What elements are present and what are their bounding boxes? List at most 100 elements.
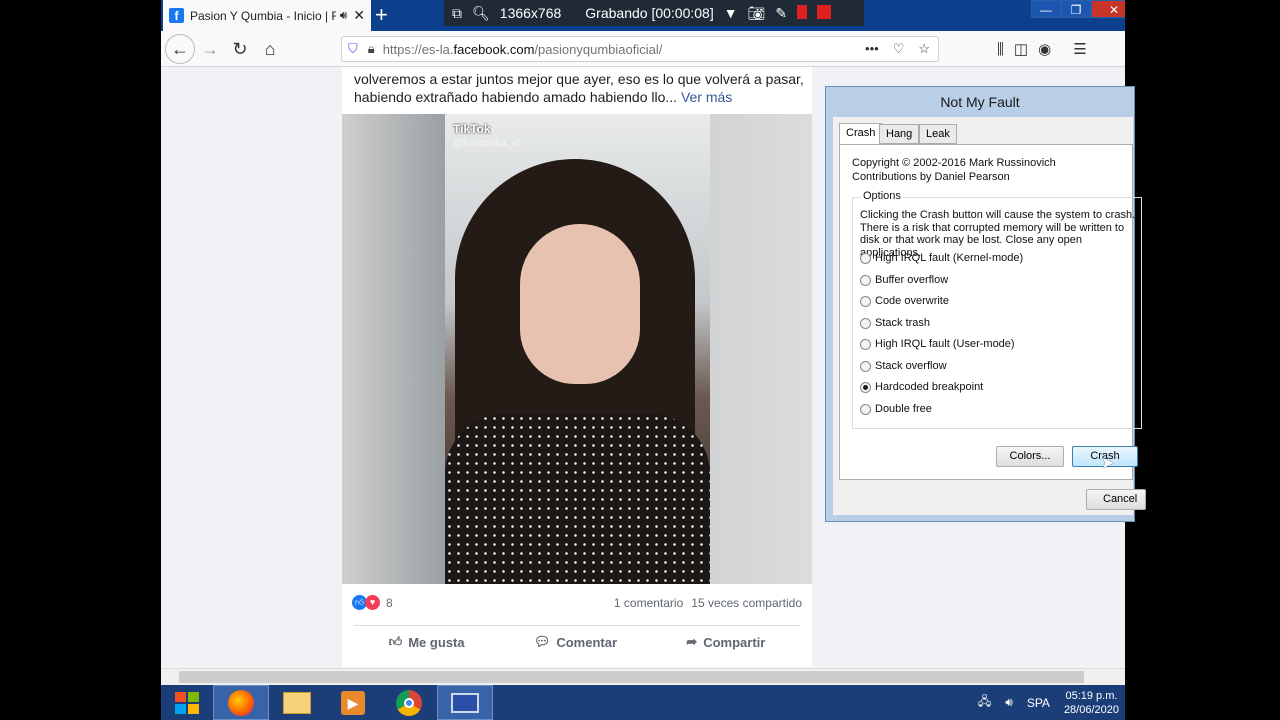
taskbar-explorer[interactable]: [269, 685, 325, 720]
recording-resolution: 1366x768: [499, 5, 562, 21]
sidebar-icon[interactable]: ◫: [1014, 40, 1028, 58]
volume-icon[interactable]: 🔊︎: [1005, 695, 1013, 710]
comment-button[interactable]: 💬︎ Comentar: [534, 634, 617, 650]
library-icon[interactable]: ⫼: [997, 41, 1004, 58]
taskbar-chrome[interactable]: [381, 685, 437, 720]
home-button[interactable]: ⌂: [255, 34, 285, 64]
maximize-button[interactable]: ❐: [1061, 0, 1091, 18]
pen-icon[interactable]: ✎: [775, 5, 787, 22]
reaction-count[interactable]: 8: [386, 596, 393, 610]
post-actions: 👍︎ Me gusta 💬︎ Comentar ➦ Compartir: [354, 625, 800, 650]
lock-icon[interactable]: 🔒︎: [368, 41, 375, 57]
person-body: [445, 414, 710, 584]
like-button[interactable]: 👍︎ Me gusta: [389, 634, 465, 650]
radio-icon: [860, 274, 871, 286]
url-path: /pasionyqumbiaoficial/: [534, 41, 663, 57]
tab-title: Pasion Y Qumbia - Inicio | F: [190, 8, 336, 23]
facebook-favicon-icon: f: [169, 8, 184, 23]
reload-button[interactable]: ↻: [225, 34, 255, 64]
radio-icon: [860, 295, 871, 307]
start-button[interactable]: [161, 685, 213, 720]
radio-icon: [860, 360, 871, 372]
option-hardcoded-breakpoint[interactable]: Hardcoded breakpoint: [860, 381, 983, 393]
pause-icon[interactable]: [797, 4, 808, 22]
radio-icon: [860, 252, 871, 264]
colors-button[interactable]: Colors...: [996, 446, 1064, 467]
option-code-overwrite[interactable]: Code overwrite: [860, 295, 949, 307]
mouse-cursor-icon: ➤: [1101, 455, 1115, 472]
comment-count[interactable]: 1 comentario: [614, 596, 683, 610]
comment-icon: 💬︎: [533, 634, 551, 649]
window-controls: — ❐ ✕: [1031, 0, 1125, 18]
url-domain: facebook.com: [453, 41, 535, 57]
pocket-icon[interactable]: ♡: [893, 41, 905, 57]
reaction-row: 👍︎ ♥ 8 1 comentario 15 veces compartido: [352, 595, 802, 610]
close-window-button[interactable]: ✕: [1091, 0, 1125, 18]
search-icon[interactable]: 🔍︎: [472, 5, 490, 22]
options-label: Options: [861, 190, 903, 202]
share-icon: ➦: [686, 634, 698, 649]
not-my-fault-window: Not My Fault Crash Hang Leak Copyright ©…: [825, 86, 1146, 522]
radio-icon: [860, 317, 871, 329]
taskbar-media[interactable]: ▶: [325, 685, 381, 720]
dialog-title: Not My Fault: [940, 94, 1020, 110]
shield-icon[interactable]: ⛉: [348, 41, 358, 57]
option-high-irql-kernel[interactable]: High IRQL fault (Kernel-mode): [860, 252, 1023, 264]
option-stack-trash[interactable]: Stack trash: [860, 317, 930, 329]
option-stack-overflow[interactable]: Stack overflow: [860, 360, 947, 372]
menu-icon[interactable]: ☰: [1073, 40, 1086, 58]
browser-tab[interactable]: f Pasion Y Qumbia - Inicio | F 🔊︎ ✕: [163, 0, 371, 31]
url-bar[interactable]: ⛉ 🔒︎ https://es-la. facebook.com /pasion…: [341, 36, 939, 62]
dialog-body: Crash Hang Leak Copyright © 2002-2016 Ma…: [833, 117, 1146, 515]
new-tab-button[interactable]: +: [375, 3, 388, 27]
speaker-icon[interactable]: 🔊︎: [340, 8, 348, 23]
option-double-free[interactable]: Double free: [860, 403, 932, 415]
see-more-link[interactable]: Ver más: [681, 89, 732, 105]
stop-icon[interactable]: [817, 4, 832, 22]
app-window-icon: [451, 692, 479, 713]
language-indicator[interactable]: SPA: [1027, 696, 1050, 710]
love-reaction-icon[interactable]: ♥: [365, 595, 380, 610]
forward-button[interactable]: →: [195, 34, 225, 64]
options-group: Options Clicking the Crash button will c…: [852, 190, 1142, 429]
clock-date: 28/06/2020: [1063, 703, 1119, 716]
scrollbar-thumb[interactable]: [179, 671, 1084, 683]
share-button[interactable]: ➦ Compartir: [686, 634, 765, 650]
folder-icon: [283, 691, 311, 714]
windows-taskbar: ▶ 🖧︎ 🔊︎ SPA 05:19 p.m. 28/06/2020: [161, 685, 1125, 720]
bookmark-star-icon[interactable]: ☆: [918, 41, 930, 57]
network-icon[interactable]: 🖧︎: [978, 692, 991, 713]
taskbar-notmyfault[interactable]: [437, 685, 493, 720]
windows-logo-icon: [175, 691, 199, 714]
post-body: volveremos a estar juntos mejor que ayer…: [354, 71, 804, 105]
tab-crash[interactable]: Crash: [839, 123, 883, 145]
back-button[interactable]: ←: [165, 33, 195, 64]
radio-icon: [860, 403, 871, 415]
close-tab-icon[interactable]: ✕: [353, 7, 365, 24]
url-prefix: https://es-la.: [382, 41, 454, 57]
taskbar-firefox[interactable]: [213, 685, 269, 720]
cancel-button[interactable]: Cancel: [1086, 489, 1146, 510]
media-player-icon: ▶: [341, 690, 365, 715]
post-video[interactable]: TikTok @karlasofia_of: [342, 114, 812, 584]
tiktok-logo: TikTok: [453, 122, 491, 136]
share-count[interactable]: 15 veces compartido: [691, 596, 802, 610]
horizontal-scrollbar[interactable]: [161, 668, 1125, 685]
option-buffer-overflow[interactable]: Buffer overflow: [860, 274, 948, 286]
minimize-button[interactable]: —: [1031, 0, 1061, 18]
thumbs-up-icon: 👍︎: [388, 634, 403, 649]
more-actions-icon[interactable]: •••: [865, 41, 879, 57]
camera-icon[interactable]: 📷︎: [748, 5, 766, 22]
tab-leak[interactable]: Leak: [919, 124, 957, 144]
chrome-icon: [396, 689, 422, 716]
dropdown-icon[interactable]: ▼: [724, 5, 738, 21]
account-icon[interactable]: ◉: [1038, 40, 1051, 58]
clock[interactable]: 05:19 p.m. 28/06/2020: [1064, 689, 1119, 717]
tab-hang[interactable]: Hang: [879, 124, 920, 144]
radio-icon: [860, 338, 871, 350]
video-frame: TikTok @karlasofia_of: [445, 114, 710, 584]
window-icon[interactable]: ⧉: [452, 5, 462, 22]
option-high-irql-user[interactable]: High IRQL fault (User-mode): [860, 338, 1015, 350]
recorder-toolbar: ⧉ 🔍︎ 1366x768 Grabando [00:00:08] ▼ 📷︎ ✎: [444, 0, 864, 26]
crash-panel: Copyright © 2002-2016 Mark Russinovich C…: [839, 144, 1142, 480]
